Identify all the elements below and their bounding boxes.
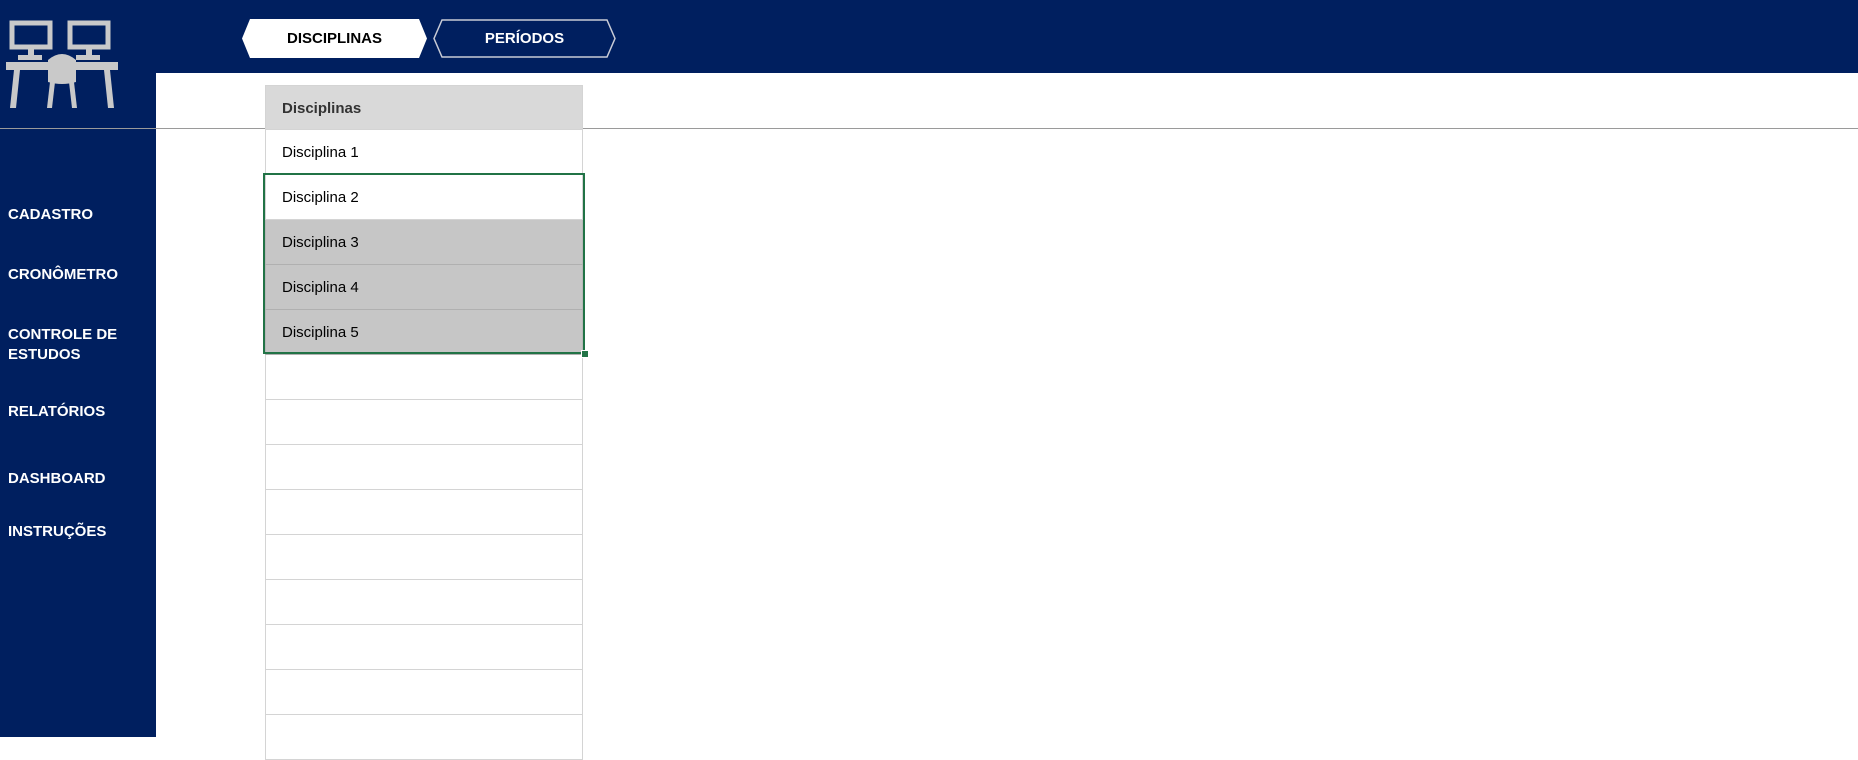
sidebar-item-instrucoes[interactable]: INSTRUÇÕES xyxy=(8,522,148,542)
table-row[interactable]: Disciplina 5 xyxy=(265,310,583,355)
table-row[interactable]: Disciplina 3 xyxy=(265,220,583,265)
sidebar-item-cronometro[interactable]: CRONÔMETRO xyxy=(8,265,148,285)
tab-disciplinas-label: DISCIPLINAS xyxy=(286,30,382,47)
sidebar-item-controle-de-estudos[interactable]: CONTROLE DE ESTUDOS xyxy=(8,325,128,365)
tab-disciplinas[interactable]: DISCIPLINAS xyxy=(242,19,427,58)
sidebar-item-dashboard[interactable]: DASHBOARD xyxy=(8,469,148,489)
table-header-disciplinas: Disciplinas xyxy=(265,85,583,130)
table-row[interactable] xyxy=(265,445,583,490)
tab-periodos-label: PERÍODOS xyxy=(484,30,565,47)
table-row[interactable]: Disciplina 2 xyxy=(265,175,583,220)
table-row[interactable] xyxy=(265,535,583,580)
table-row[interactable] xyxy=(265,400,583,445)
table-row[interactable]: Disciplina 4 xyxy=(265,265,583,310)
table-row[interactable] xyxy=(265,715,583,760)
sidebar xyxy=(0,0,156,737)
table-row[interactable] xyxy=(265,355,583,400)
sidebar-item-cadastro[interactable]: CADASTRO xyxy=(8,205,148,225)
table-row[interactable] xyxy=(265,670,583,715)
table-row[interactable] xyxy=(265,580,583,625)
tab-periodos[interactable]: PERÍODOS xyxy=(433,19,616,58)
table-row[interactable] xyxy=(265,490,583,535)
sidebar-item-relatorios[interactable]: RELATÓRIOS xyxy=(8,402,148,422)
table-row[interactable]: Disciplina 1 xyxy=(265,130,583,175)
desk-workstation-icon xyxy=(6,20,118,108)
table-row[interactable] xyxy=(265,625,583,670)
fill-handle[interactable] xyxy=(581,350,589,358)
